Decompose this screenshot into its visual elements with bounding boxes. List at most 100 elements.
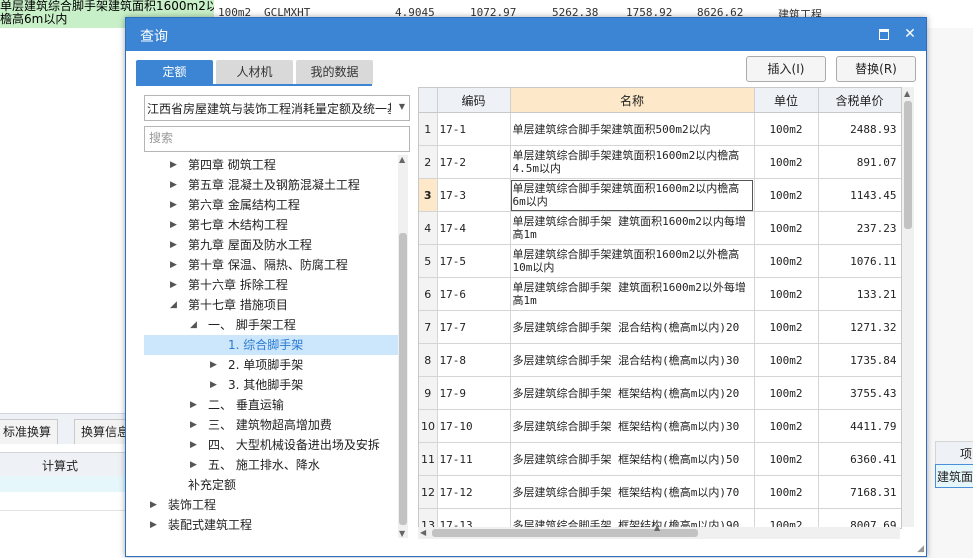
name-cell[interactable]: 多层建筑综合脚手架 框架结构(檐高m以内)30 bbox=[510, 409, 755, 443]
row-number-cell[interactable]: 10 bbox=[419, 409, 438, 443]
code-cell[interactable]: 17-4 bbox=[437, 211, 511, 245]
table-row[interactable]: 3 17-3 单层建筑综合脚手架建筑面积1600m2以内檐高6m以内 100m2 114… bbox=[419, 178, 901, 212]
table-row[interactable]: 8 17-8 多层建筑综合脚手架 混合结构(檐高m以内)30 100m2 1735.84 bbox=[419, 343, 901, 377]
tree-item[interactable]: ▶ 装饰工程 bbox=[144, 495, 398, 515]
tree-item[interactable]: ▶ 第七章 木结构工程 bbox=[144, 215, 398, 235]
table-vertical-scrollbar[interactable]: ▲ bbox=[902, 87, 914, 527]
table-row[interactable]: 5 17-5 单层建筑综合脚手架建筑面积1600m2以外檐高10m以内 100m2 10… bbox=[419, 244, 901, 278]
name-cell[interactable]: 多层建筑综合脚手架 框架结构(檐高m以内)90 bbox=[510, 508, 755, 528]
row-number-cell[interactable]: 5 bbox=[419, 244, 438, 278]
tree-item[interactable]: ▶ 第四章 砌筑工程 bbox=[144, 155, 398, 175]
price-cell[interactable]: 1271.32 bbox=[818, 310, 901, 344]
tree-expand-arrow-icon[interactable]: ▶ bbox=[190, 455, 197, 475]
quota-library-dropdown[interactable]: 江西省房屋建筑与装饰工程消耗量定额及统一基价表(2017) ▼ bbox=[144, 95, 410, 121]
tree-collapse-arrow-icon[interactable]: ◢ bbox=[190, 315, 197, 335]
price-cell[interactable]: 2488.93 bbox=[818, 112, 901, 146]
price-cell[interactable]: 891.07 bbox=[818, 145, 901, 179]
name-cell[interactable]: 单层建筑综合脚手架建筑面积500m2以内 bbox=[510, 112, 755, 146]
tree-expand-arrow-icon[interactable]: ▶ bbox=[170, 235, 177, 255]
row-number-cell[interactable]: 4 bbox=[419, 211, 438, 245]
price-cell[interactable]: 237.23 bbox=[818, 211, 901, 245]
unit-cell[interactable]: 100m2 bbox=[754, 112, 819, 146]
code-cell[interactable]: 17-2 bbox=[437, 145, 511, 179]
tree-expand-arrow-icon[interactable]: ▶ bbox=[170, 175, 177, 195]
name-cell[interactable]: 多层建筑综合脚手架 框架结构(檐高m以内)50 bbox=[510, 442, 755, 476]
name-cell[interactable]: 多层建筑综合脚手架 混合结构(檐高m以内)20 bbox=[510, 310, 755, 344]
table-row[interactable]: 4 17-4 单层建筑综合脚手架 建筑面积1600m2以内每增高1m 100m2 237… bbox=[419, 211, 901, 245]
code-cell[interactable]: 17-11 bbox=[437, 442, 511, 476]
close-icon[interactable]: ✕ bbox=[900, 24, 920, 44]
resize-grip-icon[interactable]: ◢ bbox=[917, 544, 924, 554]
tree-expand-arrow-icon[interactable]: ▶ bbox=[170, 275, 177, 295]
replace-button[interactable]: 替换(R) bbox=[836, 56, 916, 82]
code-cell[interactable]: 17-5 bbox=[437, 244, 511, 278]
search-box[interactable] bbox=[144, 126, 410, 152]
tree-expand-arrow-icon[interactable]: ▶ bbox=[170, 255, 177, 275]
tree-item[interactable]: ▶ 第十章 保温、隔热、防腐工程 bbox=[144, 255, 398, 275]
price-cell[interactable]: 133.21 bbox=[818, 277, 901, 311]
background-lower-row[interactable] bbox=[0, 492, 130, 511]
row-number-cell[interactable]: 8 bbox=[419, 343, 438, 377]
name-cell[interactable]: 多层建筑综合脚手架 框架结构(檐高m以内)20 bbox=[510, 376, 755, 410]
tree-scroll-thumb[interactable] bbox=[399, 233, 407, 525]
price-cell[interactable]: 7168.31 bbox=[818, 475, 901, 509]
tree-expand-arrow-icon[interactable]: ▶ bbox=[150, 495, 157, 515]
background-lower-row[interactable] bbox=[0, 476, 130, 492]
row-number-cell[interactable]: 6 bbox=[419, 277, 438, 311]
unit-cell[interactable]: 100m2 bbox=[754, 244, 819, 278]
tree-item[interactable]: ▶ 三、 建筑物超高增加费 bbox=[144, 415, 398, 435]
unit-cell[interactable]: 100m2 bbox=[754, 508, 819, 528]
name-column-header[interactable]: 名称 bbox=[510, 88, 755, 113]
scroll-up-arrow-icon[interactable]: ▲ bbox=[904, 89, 910, 98]
price-cell[interactable]: 4411.79 bbox=[818, 409, 901, 443]
unit-cell[interactable]: 100m2 bbox=[754, 145, 819, 179]
table-row[interactable]: 12 17-12 多层建筑综合脚手架 框架结构(檐高m以内)70 100m2 7168.… bbox=[419, 475, 901, 509]
search-input[interactable] bbox=[149, 128, 399, 148]
name-cell[interactable]: 单层建筑综合脚手架建筑面积1600m2以外檐高10m以内 bbox=[510, 244, 755, 278]
dropdown-arrow-icon[interactable]: ▼ bbox=[399, 102, 405, 111]
table-row[interactable]: 6 17-6 单层建筑综合脚手架 建筑面积1600m2以外每增高1m 100m2 133… bbox=[419, 277, 901, 311]
table-row[interactable]: 7 17-7 多层建筑综合脚手架 混合结构(檐高m以内)20 100m2 1271.32 bbox=[419, 310, 901, 344]
scroll-up-arrow-icon[interactable]: ▲ bbox=[399, 155, 405, 164]
price-cell[interactable]: 1735.84 bbox=[818, 343, 901, 377]
unit-cell[interactable]: 100m2 bbox=[754, 310, 819, 344]
row-number-cell[interactable]: 13 bbox=[419, 508, 438, 528]
name-cell[interactable]: 单层建筑综合脚手架 建筑面积1600m2以内每增高1m bbox=[510, 211, 755, 245]
row-number-cell[interactable]: 3 bbox=[419, 178, 438, 212]
code-cell[interactable]: 17-6 bbox=[437, 277, 511, 311]
dialog-titlebar[interactable]: 查询 ✕ bbox=[126, 18, 926, 51]
row-number-cell[interactable]: 9 bbox=[419, 376, 438, 410]
table-row[interactable]: 2 17-2 单层建筑综合脚手架建筑面积1600m2以内檐高4.5m以内 100m2 8… bbox=[419, 145, 901, 179]
name-cell[interactable]: 单层建筑综合脚手架建筑面积1600m2以内檐高4.5m以内 bbox=[510, 145, 755, 179]
price-cell[interactable]: 8007.69 bbox=[818, 508, 901, 528]
code-cell[interactable]: 17-3 bbox=[437, 178, 511, 212]
background-right-cell[interactable]: 建筑面积 bbox=[935, 464, 973, 488]
name-cell[interactable]: 多层建筑综合脚手架 框架结构(檐高m以内)70 bbox=[510, 475, 755, 509]
tree-item[interactable]: ▶ 第九章 屋面及防水工程 bbox=[144, 235, 398, 255]
table-vscroll-thumb[interactable] bbox=[904, 101, 912, 229]
tree-scrollbar[interactable]: ▲ ▼ bbox=[398, 155, 408, 538]
tree-item[interactable]: ▶ 2. 单项脚手架 bbox=[144, 355, 398, 375]
row-number-cell[interactable]: 11 bbox=[419, 442, 438, 476]
code-cell[interactable]: 17-13 bbox=[437, 508, 511, 528]
unit-cell[interactable]: 100m2 bbox=[754, 442, 819, 476]
tree-expand-arrow-icon[interactable]: ▶ bbox=[170, 215, 177, 235]
code-cell[interactable]: 17-7 bbox=[437, 310, 511, 344]
row-number-cell[interactable]: 1 bbox=[419, 112, 438, 146]
tree-item[interactable]: 1. 综合脚手架 bbox=[144, 335, 398, 355]
tree-item[interactable]: ▶ 二、 垂直运输 bbox=[144, 395, 398, 415]
price-cell[interactable]: 3755.43 bbox=[818, 376, 901, 410]
name-cell[interactable]: 多层建筑综合脚手架 混合结构(檐高m以内)30 bbox=[510, 343, 755, 377]
collapse-arrow-icon[interactable]: ▲ bbox=[654, 523, 660, 532]
tab-quota[interactable]: 定额 bbox=[136, 60, 213, 84]
background-tab-standard-conversion[interactable]: 标准换算 bbox=[0, 419, 59, 444]
unit-cell[interactable]: 100m2 bbox=[754, 343, 819, 377]
unit-cell[interactable]: 100m2 bbox=[754, 409, 819, 443]
tree-item[interactable]: ▶ 第十六章 拆除工程 bbox=[144, 275, 398, 295]
tree-item[interactable]: ▶ 四、 大型机械设备进出场及安拆 bbox=[144, 435, 398, 455]
tree-item[interactable]: ▶ 第六章 金属结构工程 bbox=[144, 195, 398, 215]
tree-expand-arrow-icon[interactable]: ▶ bbox=[190, 415, 197, 435]
code-cell[interactable]: 17-1 bbox=[437, 112, 511, 146]
tree-item[interactable]: ◢ 一、 脚手架工程 bbox=[144, 315, 398, 335]
tree-expand-arrow-icon[interactable]: ▶ bbox=[170, 195, 177, 215]
